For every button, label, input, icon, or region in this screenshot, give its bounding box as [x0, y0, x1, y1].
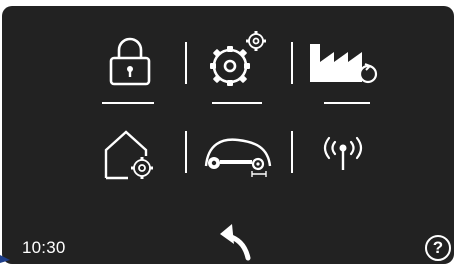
gears-icon: [210, 31, 266, 86]
help-button[interactable]: ?: [425, 235, 451, 261]
corner-marker-icon: [0, 255, 10, 263]
lock-button[interactable]: [106, 36, 154, 88]
separator: [291, 131, 293, 173]
settings-button[interactable]: [200, 28, 270, 90]
separator: [185, 42, 187, 84]
connectivity-button[interactable]: [318, 134, 368, 174]
wireless-signal-icon: [323, 136, 363, 170]
home-settings-icon: [104, 130, 153, 180]
separator: [291, 42, 293, 84]
factory-reset-button[interactable]: [308, 42, 382, 86]
back-arrow-icon: [220, 224, 251, 261]
underline: [324, 102, 370, 104]
lock-icon: [109, 37, 151, 86]
factory-reset-icon: [310, 44, 378, 84]
status-time: 10:30: [22, 238, 66, 257]
underline: [102, 102, 154, 104]
mower-settings-icon: [204, 138, 272, 177]
back-button[interactable]: [214, 218, 256, 267]
home-settings-button[interactable]: [102, 126, 156, 180]
separator: [185, 131, 187, 173]
mower-settings-button[interactable]: [200, 134, 276, 180]
menu-screen: 10:30 ?: [2, 6, 454, 264]
underline: [212, 102, 262, 104]
